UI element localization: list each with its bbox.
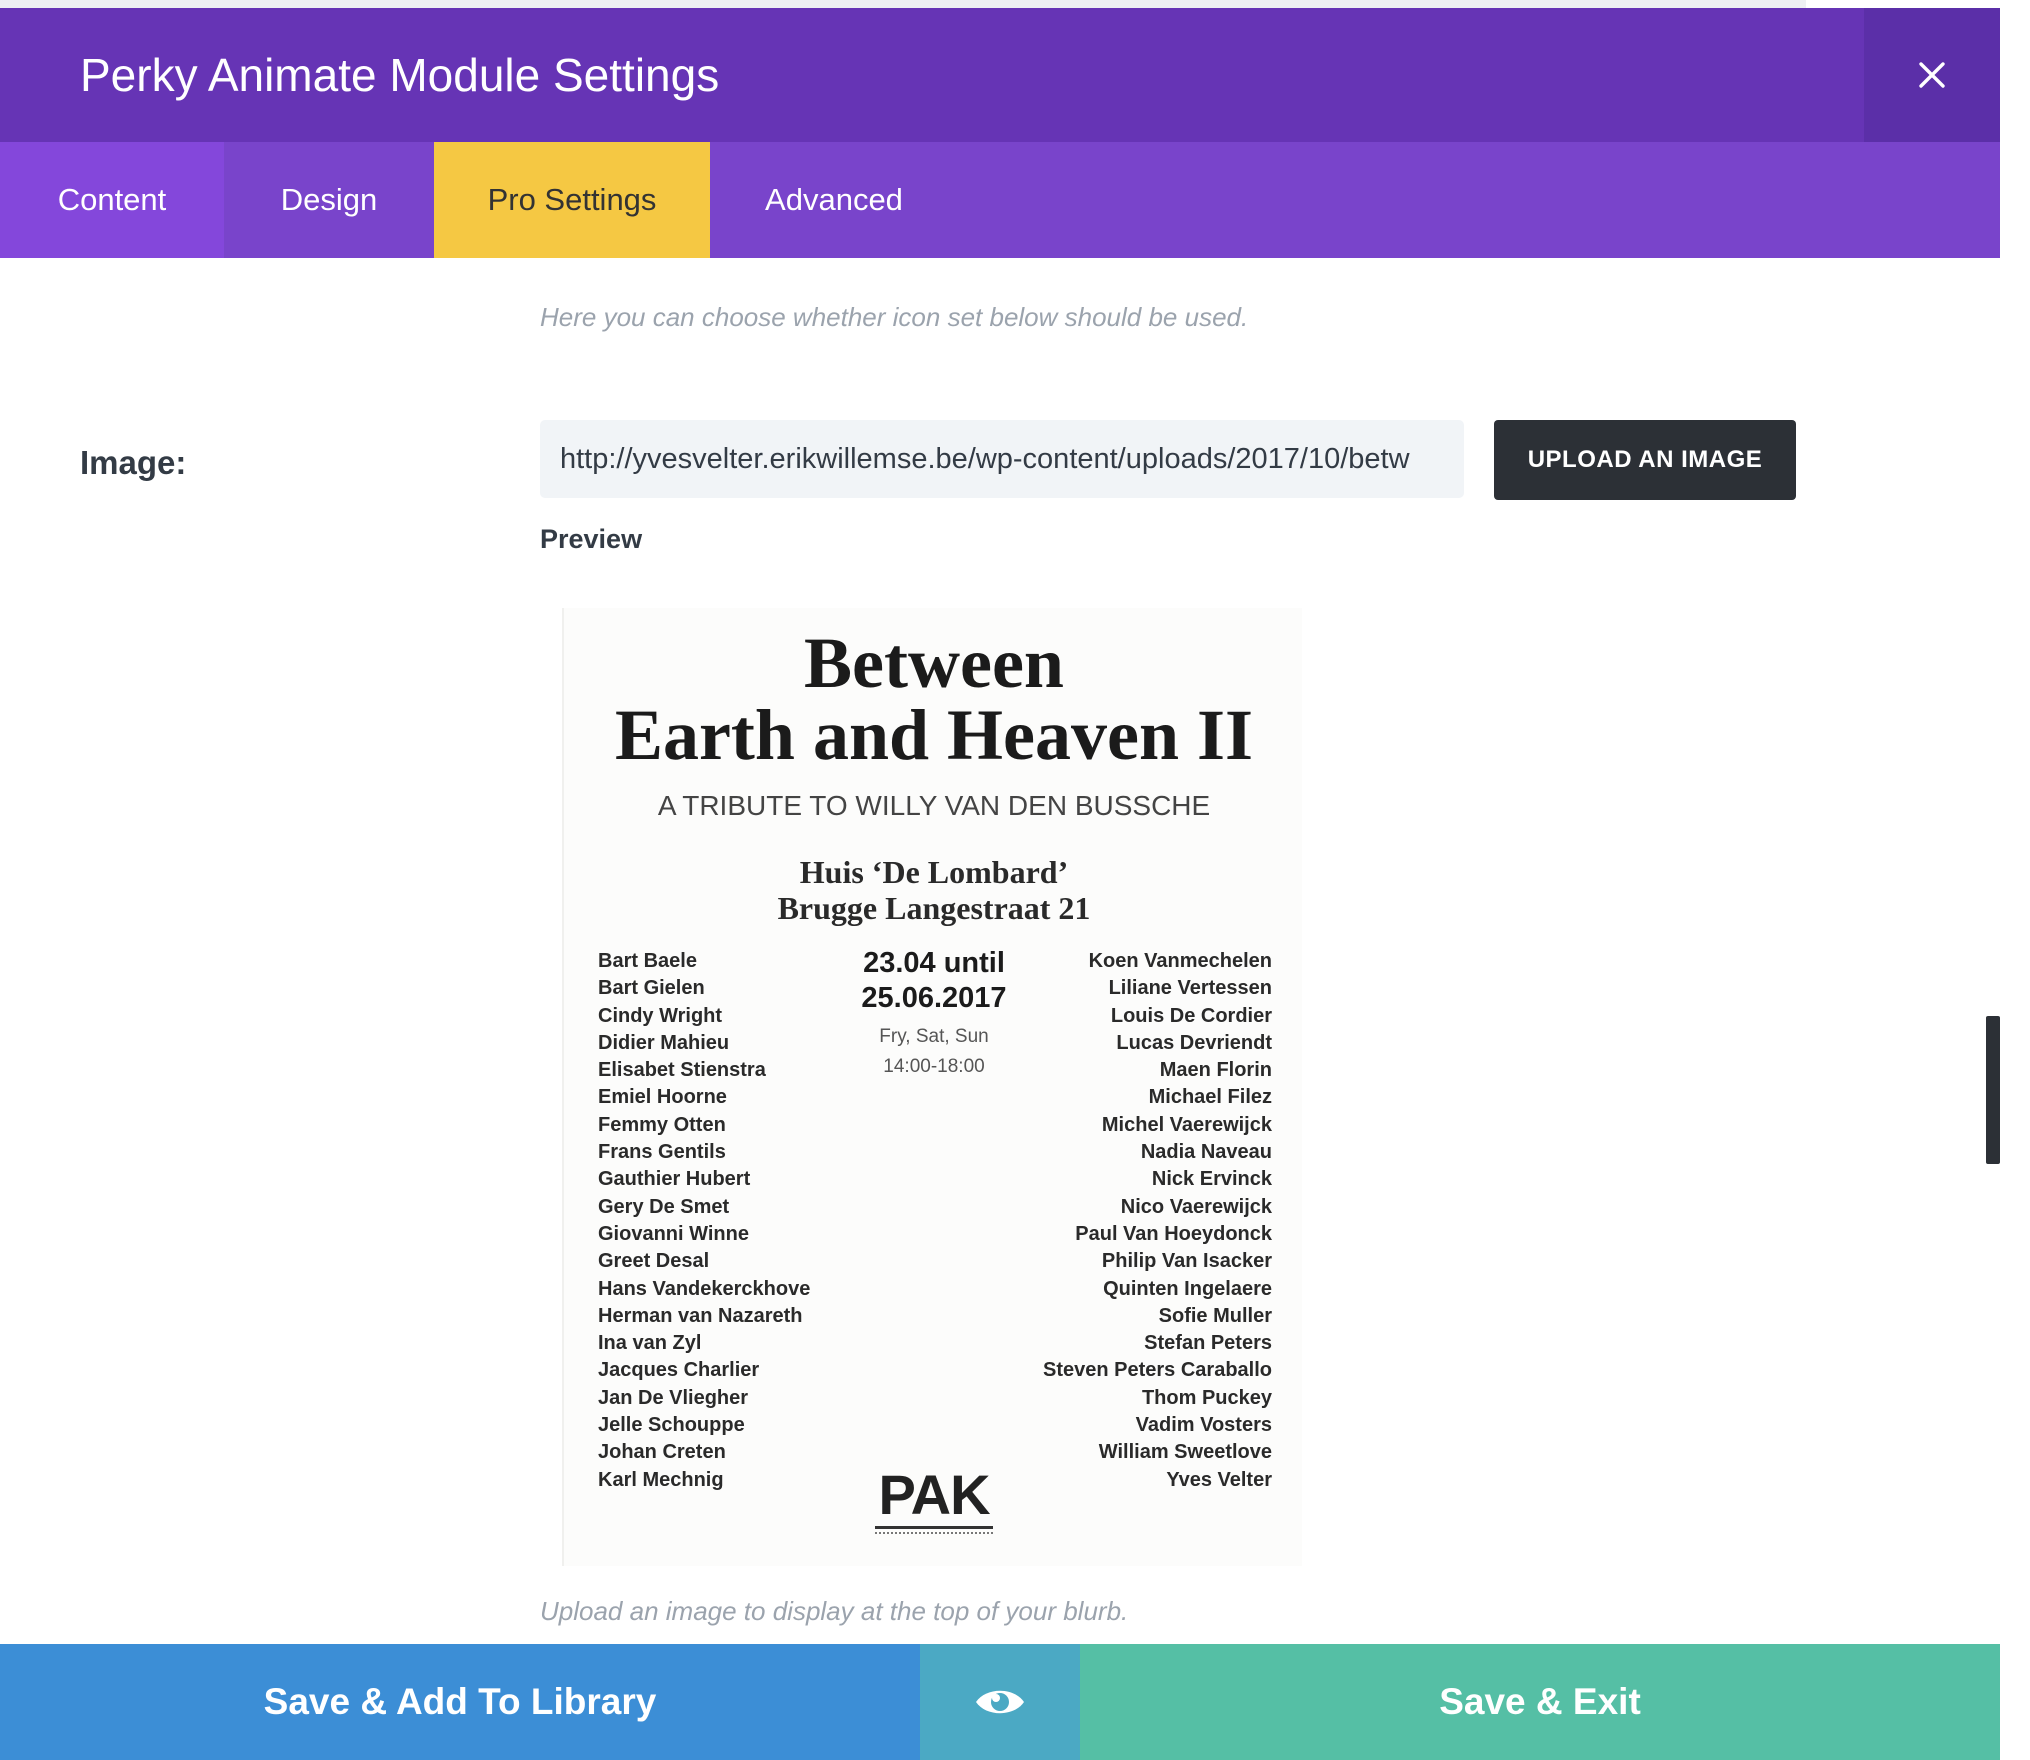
poster-artist-name: Nadia Naveau	[1140, 1141, 1272, 1164]
pak-logo-tagline	[875, 1532, 993, 1535]
poster-artist-name: Lucas Devriendt	[1116, 1031, 1272, 1054]
poster-artist-name: Ina van Zyl	[598, 1332, 702, 1355]
poster-artist-name: Gery De Smet	[598, 1195, 730, 1218]
poster-artist-name: Nick Ervinck	[1151, 1168, 1272, 1191]
poster-artist-name: Didier Mahieu	[598, 1031, 730, 1054]
eye-icon	[976, 1690, 1024, 1714]
poster-artist-name: Philip Van Isacker	[1101, 1250, 1272, 1273]
tab-bar: Content Design Pro Settings Advanced	[0, 142, 2000, 258]
poster-artist-name: Femmy Otten	[598, 1113, 726, 1136]
close-button[interactable]	[1864, 8, 2000, 142]
poster-artist-name: Thom Puckey	[1141, 1386, 1272, 1409]
poster-artist-name: Liliane Vertessen	[1108, 977, 1272, 1000]
poster-days: Fry, Sat, Sun	[879, 1026, 989, 1047]
upload-image-button[interactable]: UPLOAD AN IMAGE	[1494, 420, 1796, 500]
poster-hours: 14:00-18:00	[883, 1056, 985, 1077]
scrollbar-thumb[interactable]	[1986, 1016, 2000, 1164]
preview-label: Preview	[540, 524, 643, 554]
save-add-to-library-button[interactable]: Save & Add To Library	[0, 1644, 920, 1760]
tab-pro-settings[interactable]: Pro Settings	[434, 142, 710, 258]
poster-venue-line1: Huis ‘De Lombard’	[799, 854, 1069, 890]
poster-title-line2: Earth and Heaven II	[614, 695, 1254, 775]
poster-dates: 23.04 until 25.06.2017	[814, 946, 1054, 1016]
poster-artist-name: Jacques Charlier	[598, 1359, 760, 1382]
image-preview: Between Earth and Heaven II A TRIBUTE TO…	[562, 608, 1302, 1566]
tab-advanced[interactable]: Advanced	[710, 142, 958, 258]
image-url-input[interactable]	[540, 420, 1464, 498]
poster-artist-name: Greet Desal	[598, 1250, 710, 1273]
poster-artists-right: Koen Vanmechelen Liliane Vertessen Louis D…	[1043, 948, 1272, 1494]
poster-artist-name: Emiel Hoorne	[598, 1086, 727, 1109]
tab-design[interactable]: Design	[224, 142, 434, 258]
poster-artist-name: Frans Gentils	[598, 1141, 726, 1164]
poster-artist-name: Elisabet Stienstra	[598, 1059, 766, 1082]
poster-subtitle: A TRIBUTE TO WILLY VAN DEN BUSSCHE	[657, 790, 1211, 821]
poster-artist-name: Jan De Vliegher	[598, 1386, 749, 1409]
poster-artist-name: William Sweetlove	[1098, 1441, 1272, 1464]
icon-set-description: Here you can choose whether icon set bel…	[540, 302, 1249, 332]
close-icon	[1919, 62, 1945, 88]
poster-artist-name: Louis De Cordier	[1110, 1004, 1272, 1027]
poster-artist-name: Michel Vaerewijck	[1101, 1113, 1272, 1136]
poster-date-end: 25.06.2017	[861, 982, 1007, 1014]
poster-artist-name: Bart Baele	[598, 950, 697, 972]
poster-artist-name: Yves Velter	[1166, 1468, 1272, 1491]
poster-artist-name: Johan Creten	[598, 1441, 726, 1464]
image-label: Image:	[80, 444, 187, 481]
poster-artist-name: Steven Peters Caraballo	[1043, 1359, 1272, 1382]
poster-artist-name: Sofie Muller	[1158, 1304, 1272, 1327]
poster-artist-name: Maen Florin	[1159, 1059, 1272, 1082]
module-settings-modal: Perky Animate Module Settings Content De…	[0, 8, 2000, 1760]
save-exit-button[interactable]: Save & Exit	[1080, 1644, 2000, 1760]
settings-content: Here you can choose whether icon set bel…	[0, 258, 2000, 1652]
modal-title: Perky Animate Module Settings	[80, 49, 720, 101]
poster-opening-times: Fry, Sat, Sun 14:00-18:00	[814, 1022, 1054, 1082]
pak-logo-text: PAK	[878, 1463, 990, 1526]
poster-artist-name: Nico Vaerewijck	[1120, 1195, 1272, 1218]
poster-artists-left: Bart Baele Bart Gielen Cindy Wright Didier …	[598, 948, 810, 1494]
poster-artist-name: Vadim Vosters	[1135, 1414, 1272, 1437]
poster-venue-line2: Brugge Langestraat 21	[777, 890, 1091, 926]
pak-logo-bar	[875, 1526, 993, 1529]
poster-date-start: 23.04 until	[863, 947, 1005, 979]
poster-artist-name: Cindy Wright	[598, 1004, 723, 1027]
poster-artist-name: Michael Filez	[1148, 1086, 1272, 1109]
pak-logo: PAK	[834, 1466, 1034, 1535]
poster-artist-name: Herman van Nazareth	[598, 1304, 803, 1327]
poster-artist-name: Giovanni Winne	[598, 1222, 749, 1245]
poster-artist-name: Bart Gielen	[598, 977, 705, 1000]
modal-header: Perky Animate Module Settings	[0, 8, 2000, 142]
poster-artist-name: Paul Van Hoeydonck	[1075, 1222, 1272, 1245]
poster-artist-name: Quinten Ingelaere	[1103, 1277, 1272, 1300]
poster-artist-name: Koen Vanmechelen	[1088, 950, 1272, 972]
preview-button[interactable]	[920, 1644, 1080, 1760]
poster-artist-name: Karl Mechnig	[598, 1468, 724, 1491]
poster-artist-name: Stefan Peters	[1144, 1332, 1272, 1355]
image-description: Upload an image to display at the top of…	[540, 1596, 1129, 1626]
poster-artist-name: Hans Vandekerckhove	[598, 1277, 811, 1300]
tab-content[interactable]: Content	[0, 142, 224, 258]
poster-title-line1: Between	[804, 623, 1064, 703]
poster-artist-name: Jelle Schouppe	[598, 1414, 745, 1437]
modal-footer: Save & Add To Library Save & Exit	[0, 1644, 2000, 1760]
top-strip	[0, 0, 1806, 8]
poster-artist-name: Gauthier Hubert	[598, 1168, 751, 1191]
